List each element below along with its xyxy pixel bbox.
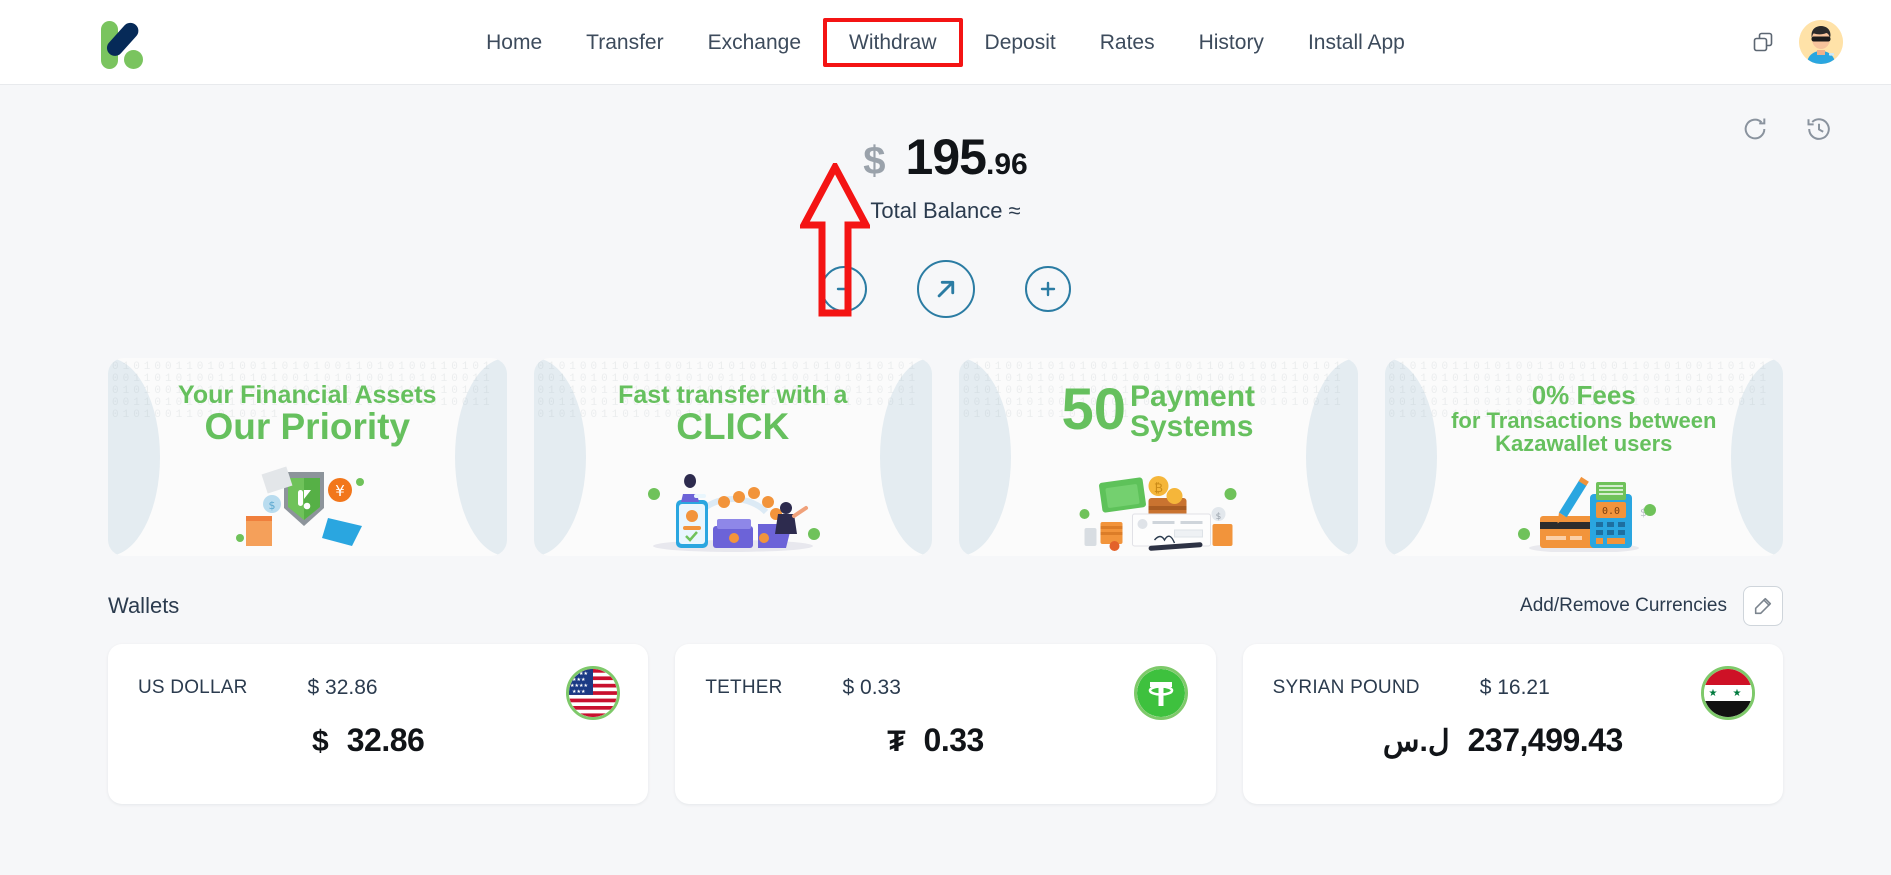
payment-systems-illustration: ₿ $: [1079, 476, 1237, 551]
banner-line1: Payment: [1129, 380, 1256, 413]
us-flag-image: ★★★★★★★ ★★★★★★★: [569, 669, 618, 717]
balance-row: $ 195.96: [0, 132, 1891, 182]
nav-item-withdraw[interactable]: Withdraw: [823, 17, 963, 67]
promo-banner-payment-systems[interactable]: 0101001101010011010100110101001101010011…: [959, 358, 1358, 556]
banner-line2: CLICK: [676, 406, 790, 448]
top-navbar: Home Transfer Exchange Withdraw Deposit …: [0, 0, 1891, 85]
main-content: $ 195.96 Total Balance ≈ 010100110101001…: [0, 85, 1891, 804]
nav-links: Home Transfer Exchange Withdraw Deposit …: [0, 17, 1891, 67]
svg-text:★★★: ★★★: [572, 689, 586, 695]
svg-text:0.0: 0.0: [1602, 506, 1620, 517]
add-remove-currencies-label: Add/Remove Currencies: [1520, 595, 1727, 616]
svg-text:★: ★: [1709, 688, 1718, 699]
wallet-card-tether[interactable]: TETHER $ 0.33 ₮ 0.33: [675, 644, 1216, 804]
nav-item-exchange[interactable]: Exchange: [686, 22, 823, 63]
wallet-usd-value: $ 0.33: [842, 676, 901, 699]
banner-number: 50: [1061, 377, 1126, 442]
promo-banner-zero-fees[interactable]: 0101001101010011010100110101001101010011…: [1384, 358, 1783, 556]
minus-icon: [836, 287, 851, 291]
balance-currency-symbol: $: [863, 139, 886, 183]
deposit-action-button[interactable]: [1024, 266, 1071, 312]
us-flag-icon: ★★★★ ★★★ ★★★★ ★★★: [566, 666, 621, 720]
arrow-up-right-icon: [937, 280, 954, 298]
balance-decimal: .96: [985, 148, 1028, 181]
syria-flag-image: ★ ★: [1703, 669, 1752, 717]
balance-integer: 195: [905, 129, 987, 185]
wallets-header: Wallets Add/Remove Currencies: [0, 586, 1891, 626]
nav-item-history[interactable]: History: [1177, 22, 1286, 63]
nav-item-install-app[interactable]: Install App: [1286, 22, 1427, 63]
fast-transfer-illustration: [647, 474, 820, 552]
svg-text:★: ★: [1733, 688, 1742, 699]
svg-text:$: $: [1216, 512, 1222, 522]
tether-icon: [1133, 666, 1188, 720]
wallet-card-us-dollar[interactable]: US DOLLAR $ 32.86 ★★★★ ★★★ ★★★★ ★★★ $ 32…: [108, 644, 649, 804]
total-balance-block: $ 195.96 Total Balance ≈: [0, 85, 1891, 318]
navbar-right-tools: [1751, 20, 1843, 64]
banner-line1: 0% Fees: [1531, 380, 1636, 410]
banner-line1: Your Financial Assets: [178, 381, 437, 409]
top-right-tools: [1741, 115, 1833, 143]
wallet-amount: 0.33: [923, 722, 985, 758]
quick-actions: [0, 260, 1891, 318]
plus-icon: [1040, 281, 1055, 297]
nav-item-deposit[interactable]: Deposit: [963, 22, 1078, 63]
wallet-usd-value: $ 32.86: [307, 676, 378, 699]
edit-currencies-button[interactable]: [1743, 586, 1783, 626]
svg-text:₿: ₿: [1154, 481, 1163, 495]
avatar-image: [1799, 20, 1843, 64]
banner-line1: Fast transfer with a: [618, 381, 848, 409]
svg-text:¥: ¥: [335, 482, 345, 500]
zero-fees-illustration: 0.0 $: [1517, 476, 1656, 552]
history-clock-icon[interactable]: [1805, 115, 1833, 143]
add-remove-currencies: Add/Remove Currencies: [1520, 586, 1783, 626]
wallet-symbol: ₮: [887, 725, 906, 758]
copy-icon[interactable]: [1751, 30, 1775, 54]
total-balance-label: Total Balance ≈: [870, 198, 1021, 223]
user-avatar[interactable]: [1799, 20, 1843, 64]
wallet-card-syrian-pound[interactable]: SYRIAN POUND $ 16.21 ★ ★ ل.س 237,499.43: [1242, 644, 1783, 804]
nav-item-rates[interactable]: Rates: [1078, 22, 1177, 63]
banner-line2: for Transactions between: [1451, 408, 1717, 434]
wallet-name: SYRIAN POUND: [1272, 677, 1420, 698]
shield-assets-illustration: ¥ $: [236, 466, 365, 546]
withdraw-action-button[interactable]: [820, 266, 867, 312]
wallets-title: Wallets: [108, 593, 180, 618]
tether-logo-image: [1136, 669, 1185, 717]
wallet-amount: 237,499.43: [1467, 722, 1624, 758]
syria-flag-icon: ★ ★: [1700, 666, 1755, 720]
wallet-usd-value: $ 16.21: [1479, 676, 1550, 699]
banner-line2: Systems: [1129, 410, 1254, 443]
promo-banners: 0101001101010011010100110101001101010011…: [0, 358, 1891, 556]
refresh-icon[interactable]: [1741, 115, 1769, 143]
promo-banner-assets[interactable]: 0101001101010011010100110101001101010011…: [108, 358, 507, 556]
promo-banner-transfer[interactable]: 0101001101010011010100110101001101010011…: [533, 358, 932, 556]
wallet-symbol: ل.س: [1382, 725, 1450, 758]
nav-item-transfer[interactable]: Transfer: [564, 22, 685, 63]
wallet-symbol: $: [312, 725, 329, 758]
svg-text:$: $: [269, 499, 276, 512]
wallet-amount: 32.86: [346, 722, 425, 758]
banner-line3: Kazawallet users: [1495, 431, 1673, 457]
edit-pencil-icon: [1754, 597, 1772, 615]
transfer-action-button[interactable]: [916, 260, 975, 318]
wallets-grid: US DOLLAR $ 32.86 ★★★★ ★★★ ★★★★ ★★★ $ 32…: [0, 644, 1891, 804]
banner-line2: Our Priority: [204, 406, 411, 448]
nav-item-home[interactable]: Home: [464, 22, 564, 63]
wallet-name: US DOLLAR: [138, 677, 248, 698]
wallet-name: TETHER: [705, 677, 783, 698]
